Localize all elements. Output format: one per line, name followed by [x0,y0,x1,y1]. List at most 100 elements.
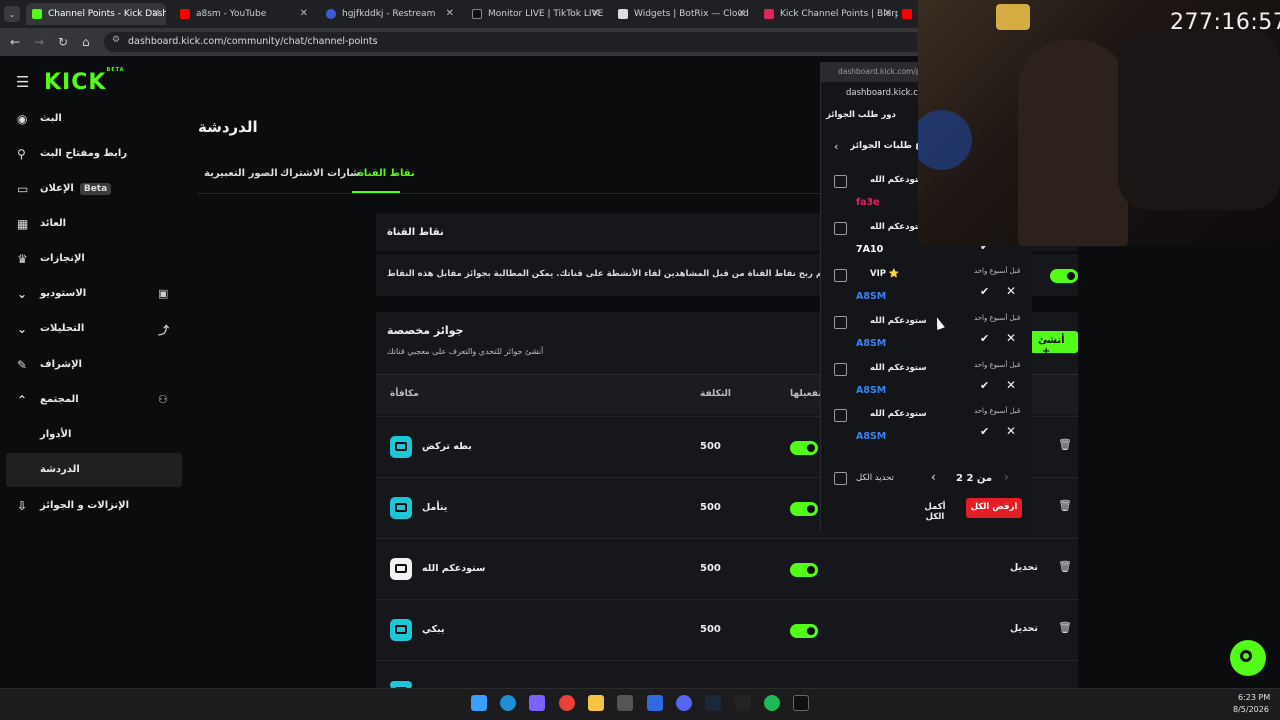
popup-url-text: dashboard.kick.co [846,88,918,98]
popup-address-bar[interactable]: dashboard.kick.co [824,86,918,102]
select-all-label: تحديد الكل [856,473,894,483]
trash-icon[interactable]: 🗑 [1058,621,1072,634]
copilot-icon[interactable] [529,695,545,711]
reject-all-button[interactable]: ارفض الكل [966,498,1022,518]
chevron-left-icon[interactable]: ‹ [931,470,936,484]
steam-icon[interactable] [705,695,721,711]
close-icon[interactable]: ✕ [1006,424,1016,438]
address-bar[interactable]: ⚙ dashboard.kick.com/community/chat/chan… [104,32,924,52]
tab-youtube[interactable]: a8sm - YouTube ✕ [172,3,314,25]
tab-youtube-2[interactable] [902,3,918,25]
forward-arrow-icon[interactable]: → [34,35,44,49]
logo-badge: BETA [106,66,125,73]
reward-icon [390,497,412,519]
channel-points-toggle[interactable] [1050,269,1078,283]
close-icon[interactable]: ✕ [446,8,454,19]
sidebar-item-roles[interactable]: الأدوار [0,418,182,452]
sidebar-item-community[interactable]: ⌃ المجتمع ⚇ [0,383,182,417]
obs-icon[interactable] [617,695,633,711]
request-checkbox[interactable] [834,175,847,188]
select-all-checkbox[interactable] [834,472,847,485]
taskbar [0,688,1280,720]
botrix-favicon-icon [618,9,628,19]
tab-channel-points[interactable]: نقاط القناة [358,168,415,179]
trash-icon[interactable]: 🗑 [1058,499,1072,512]
kick-logo[interactable]: KICKBETA [44,66,125,95]
sidebar-item-ads[interactable]: ▭ الإعلان Beta [0,172,182,206]
blerp-favicon-icon [764,9,774,19]
request-checkbox[interactable] [834,269,847,282]
chevron-right-icon[interactable]: › [1004,470,1009,484]
home-icon[interactable]: ⌂ [82,35,90,49]
check-icon[interactable]: ✔ [980,379,989,392]
tab-tiktok[interactable]: Monitor LIVE | TikTok LIVE C ✕ [464,3,606,25]
reload-icon[interactable]: ↻ [58,35,68,49]
tab-kick-dashboard[interactable]: Channel Points - Kick Dashb ✕ [26,3,166,25]
reward-toggle[interactable] [790,441,818,455]
sidebar-item-achievements[interactable]: ♛ الإنجازات [0,242,182,276]
tab-sub-badges[interactable]: شارات الاشتراك [280,168,360,179]
tab-restream[interactable]: hgjfkddkj - Restream ✕ [318,3,460,25]
tab-emotes[interactable]: الصور التعبيرية [204,168,278,179]
sidebar-item-revenue[interactable]: ▦ العائد [0,207,182,241]
close-icon[interactable]: ✕ [884,8,892,19]
request-checkbox[interactable] [834,316,847,329]
app-icon[interactable] [735,695,751,711]
request-user: A8SM [856,431,887,442]
sidebar-item-chat[interactable]: الدردشة [6,453,182,487]
request-time: قبل أسبوع واحد [974,267,1021,275]
chevron-left-icon[interactable]: ‹ [834,140,838,153]
tab-search-button[interactable]: ⌄ [4,6,20,22]
check-icon[interactable]: ✔ [980,425,989,438]
request-checkbox[interactable] [834,409,847,422]
request-checkbox[interactable] [834,222,847,235]
complete-all-button[interactable]: أكمل الكل [914,499,956,522]
close-icon[interactable]: ✕ [1006,284,1016,298]
request-checkbox[interactable] [834,363,847,376]
sidebar-item-analytics[interactable]: ⌄ التحليلات ⤴ [0,312,182,346]
edit-button[interactable]: تحديل [1010,623,1038,634]
edit-button[interactable]: تحديل [1010,562,1038,573]
trash-icon[interactable]: 🗑 [1058,438,1072,451]
reward-toggle[interactable] [790,624,818,638]
sidebar-item-studio[interactable]: ⌄ الاستوديو ▣ [0,277,182,311]
close-icon[interactable]: ✕ [300,8,308,19]
trash-icon[interactable]: 🗑 [1058,560,1072,573]
menu-icon[interactable]: ☰ [16,73,29,91]
create-reward-button[interactable]: أنشئ + [1030,331,1078,357]
close-icon[interactable]: ✕ [1006,331,1016,345]
windows-start-icon[interactable] [471,695,487,711]
reward-toggle[interactable] [790,502,818,516]
site-info-icon[interactable]: ⚙ [112,35,120,45]
close-icon[interactable]: ✕ [592,8,600,19]
spotify-icon[interactable] [764,695,780,711]
discord-icon[interactable] [676,695,692,711]
reward-cost: 500 [700,563,721,574]
file-explorer-icon[interactable] [588,695,604,711]
close-icon[interactable]: ✕ [738,8,746,19]
broadcast-icon: ◉ [17,112,28,126]
edge-icon[interactable] [500,695,516,711]
tab-title: a8sm - YouTube [196,9,267,19]
sidebar-item-drops[interactable]: ⇩ الإنزالات و الجوائز [0,489,182,523]
tab-blerp[interactable]: Kick Channel Points | Blerp ✕ [756,3,898,25]
request-user: A8SM [856,385,887,396]
tab-botrix[interactable]: Widgets | BotRix — Cloud S ✕ [610,3,752,25]
sidebar-item-broadcast[interactable]: ◉ البث [0,102,182,136]
close-icon[interactable]: ✕ [152,8,160,19]
sidebar-item-label: الإعلان Beta [40,183,112,195]
sidebar-item-stream-key[interactable]: ⚲ رابط ومفتاح البث [0,137,182,171]
store-icon[interactable] [647,695,663,711]
support-chat-button[interactable] [1230,640,1266,676]
epic-games-icon[interactable] [793,695,809,711]
check-icon[interactable]: ✔ [980,332,989,345]
reward-toggle[interactable] [790,563,818,577]
sidebar-item-moderation[interactable]: ✎ الإشراف [0,348,182,382]
check-icon[interactable]: ✔ [980,285,989,298]
chrome-icon[interactable] [559,695,575,711]
close-icon[interactable]: ✕ [1006,378,1016,392]
request-reward: ستودعكم الله [870,363,927,373]
back-arrow-icon[interactable]: ← [10,35,20,49]
request-reward: ستودعكم الله [870,409,927,419]
webcam-overlay [918,0,1280,246]
